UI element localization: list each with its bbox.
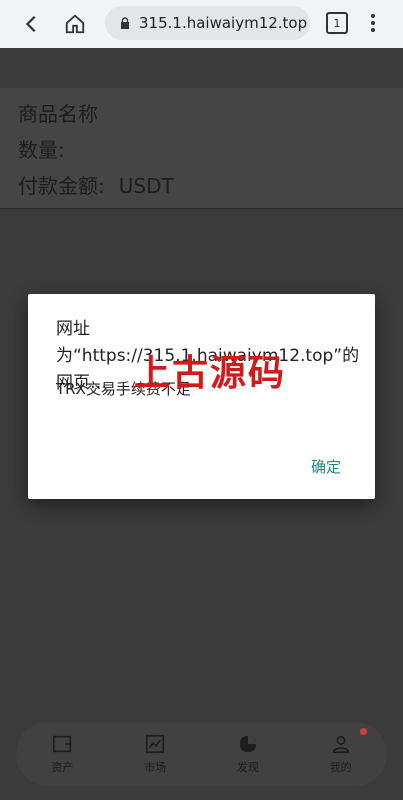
bottom-nav: 资产 市场 发现 我的 bbox=[16, 722, 387, 786]
home-icon[interactable] bbox=[55, 4, 95, 44]
product-name-label: 商品名称 bbox=[18, 102, 98, 126]
url-bar[interactable]: 315.1.haiwaiym12.top bbox=[105, 6, 310, 40]
back-icon[interactable] bbox=[12, 4, 52, 44]
order-info-panel: 商品名称 数量: 付款金额: USDT bbox=[0, 88, 403, 208]
discover-icon bbox=[239, 735, 257, 753]
payment-amount-row: 付款金额: USDT bbox=[18, 170, 174, 199]
nav-label-discover: 发现 bbox=[236, 761, 259, 774]
browser-toolbar: 315.1.haiwaiym12.top 1 bbox=[0, 0, 403, 48]
quantity-label: 数量: bbox=[18, 138, 65, 162]
chart-icon bbox=[146, 734, 165, 754]
wallet-icon bbox=[53, 735, 72, 753]
alert-dialog: 网址为“https://315.1.haiwaiym12.top”的网页… TR… bbox=[28, 294, 375, 499]
nav-item-assets[interactable]: 资产 bbox=[16, 722, 109, 786]
more-menu-icon[interactable] bbox=[363, 8, 383, 38]
lock-icon bbox=[121, 17, 129, 29]
tab-switcher-button[interactable]: 1 bbox=[326, 12, 348, 34]
tab-count: 1 bbox=[333, 16, 341, 30]
user-icon bbox=[332, 735, 349, 754]
payment-amount-label: 付款金额: bbox=[18, 174, 105, 198]
watermark-text: 上古源码 bbox=[134, 352, 287, 394]
nav-label-assets: 资产 bbox=[51, 761, 74, 774]
notification-badge bbox=[360, 728, 367, 735]
url-text: 315.1.haiwaiym12.top bbox=[139, 14, 308, 32]
nav-item-market[interactable]: 市场 bbox=[109, 722, 202, 786]
nav-label-profile: 我的 bbox=[329, 761, 352, 774]
nav-label-market: 市场 bbox=[144, 761, 167, 774]
payment-currency: USDT bbox=[118, 174, 174, 198]
nav-item-profile[interactable]: 我的 bbox=[294, 722, 387, 786]
dialog-ok-button[interactable]: 确定 bbox=[311, 456, 341, 477]
nav-item-discover[interactable]: 发现 bbox=[202, 722, 295, 786]
